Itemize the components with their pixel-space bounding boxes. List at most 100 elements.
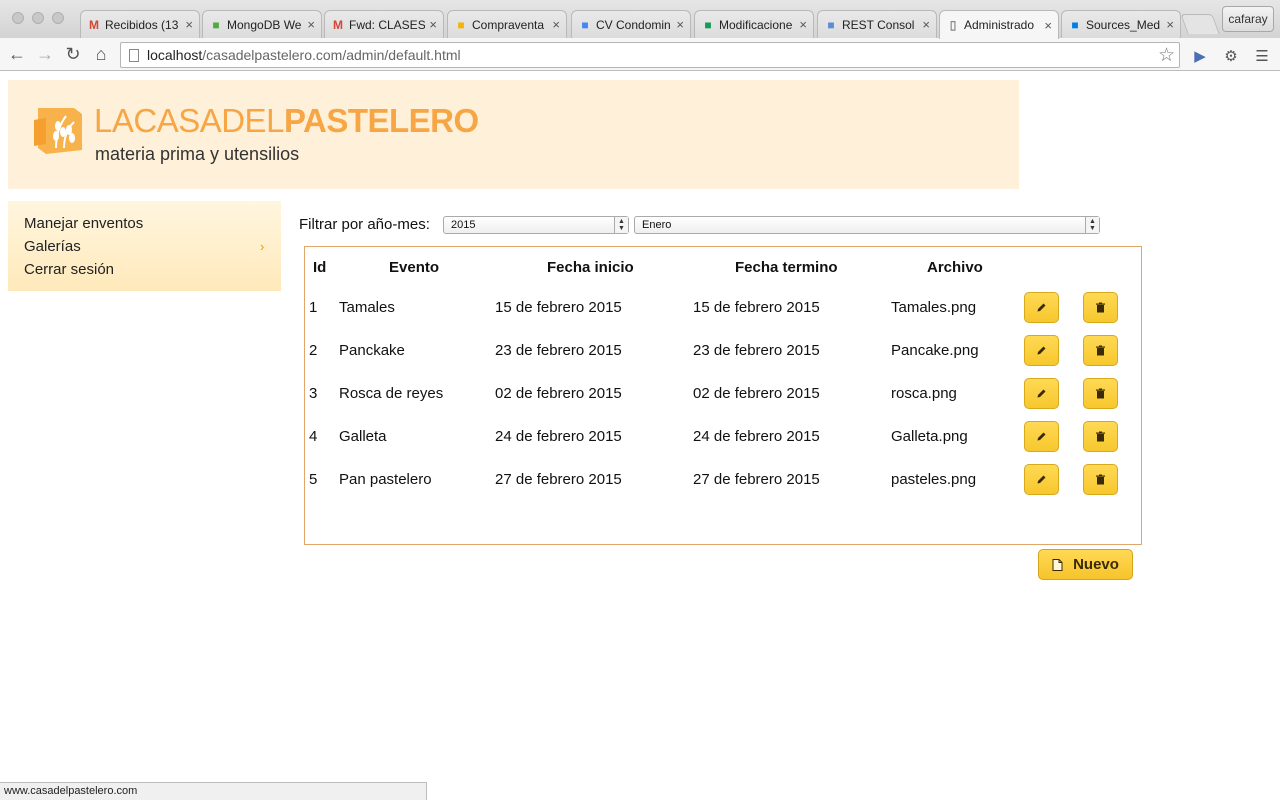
delete-button[interactable] [1083, 335, 1118, 366]
tab-close-icon[interactable]: × [185, 17, 193, 32]
wheat-logo-icon [34, 108, 82, 154]
delete-button[interactable] [1083, 464, 1118, 495]
select-arrows-icon: ▲ ▼ [1085, 217, 1099, 233]
pencil-icon [1037, 346, 1046, 355]
browser-toolbar: ← → ↻ ⌂ localhost/casadelpastelero.com/a… [0, 38, 1280, 71]
brand-tagline: materia prima y utensilios [95, 144, 300, 164]
tab-label: CV Condomin [596, 17, 671, 32]
delete-button[interactable] [1083, 378, 1118, 409]
pencil-icon [1037, 475, 1046, 484]
cell-id: 2 [309, 342, 318, 359]
tab-label: REST Consol [842, 17, 915, 32]
translate-extension-icon[interactable]: ▶ [1191, 47, 1209, 65]
trash-icon [1096, 388, 1105, 399]
browser-tab[interactable]: ■ Sources_Med × [1061, 10, 1181, 38]
tab-label: Modificacione [719, 17, 793, 32]
forward-button[interactable]: → [34, 43, 56, 65]
cell-archivo: Galleta.png [891, 428, 968, 445]
tab-close-icon[interactable]: × [1044, 18, 1052, 33]
new-event-label: Nuevo [1073, 556, 1119, 573]
dropbox-icon: ■ [1071, 17, 1079, 32]
tab-close-icon[interactable]: × [307, 17, 315, 32]
cell-termino: 27 de febrero 2015 [693, 471, 820, 488]
tab-label: Fwd: CLASES [349, 17, 426, 32]
column-header-fecha-inicio: Fecha inicio [547, 259, 634, 276]
back-button[interactable]: ← [6, 43, 28, 65]
filter-label: Filtrar por año-mes: [299, 216, 430, 233]
reload-icon[interactable]: ↻ [62, 43, 84, 65]
edit-button[interactable] [1024, 464, 1059, 495]
column-header-evento: Evento [389, 259, 440, 276]
brand-name: LACASADELPASTELERO [94, 102, 479, 140]
pencil-icon [1037, 303, 1046, 312]
browser-tab[interactable]: M Fwd: CLASES × [324, 10, 444, 38]
tab-label: Compraventa [472, 17, 545, 32]
cell-inicio: 02 de febrero 2015 [495, 385, 622, 402]
trash-icon [1096, 431, 1105, 442]
gmail-icon: M [333, 17, 343, 32]
cell-inicio: 23 de febrero 2015 [495, 342, 622, 359]
delete-button[interactable] [1083, 292, 1118, 323]
cell-inicio: 27 de febrero 2015 [495, 471, 622, 488]
table-row: 4 Galleta 24 de febrero 2015 24 de febrero … [305, 416, 1141, 459]
brand-name-part1: LACASADEL [94, 102, 284, 139]
new-event-button[interactable]: Nuevo [1038, 549, 1133, 580]
browser-tab[interactable]: ▯ Administrado × [939, 10, 1059, 39]
menu-icon[interactable]: ☰ [1253, 47, 1271, 65]
select-arrows-icon: ▲ ▼ [614, 217, 628, 233]
tab-close-icon[interactable]: × [922, 17, 930, 32]
month-select[interactable]: Enero ▲ ▼ [634, 216, 1100, 234]
events-table: Id Evento Fecha inicio Fecha termino Arc… [304, 246, 1142, 545]
column-header-archivo: Archivo [927, 259, 983, 276]
browser-tab[interactable]: M Recibidos (13 × [80, 10, 200, 38]
pencil-icon [1037, 389, 1046, 398]
month-select-value: Enero [642, 219, 672, 231]
cell-inicio: 24 de febrero 2015 [495, 428, 622, 445]
edit-button[interactable] [1024, 378, 1059, 409]
cell-evento: Galleta [339, 428, 387, 445]
mongodb-leaf-icon: ■ [212, 17, 220, 32]
tab-close-icon[interactable]: × [552, 17, 560, 32]
window-zoom-button[interactable] [52, 12, 64, 24]
bookmark-star-icon[interactable]: ☆ [1158, 44, 1175, 67]
window-close-button[interactable] [12, 12, 24, 24]
cell-termino: 23 de febrero 2015 [693, 342, 820, 359]
browser-tab[interactable]: ■ MongoDB We × [202, 10, 322, 38]
tab-close-icon[interactable]: × [799, 17, 807, 32]
trash-icon [1096, 345, 1105, 356]
chevron-right-icon: › [260, 239, 265, 254]
browser-tab[interactable]: ■ Compraventa × [447, 10, 567, 38]
browser-tab[interactable]: ■ CV Condomin × [571, 10, 691, 38]
tab-close-icon[interactable]: × [676, 17, 684, 32]
tab-close-icon[interactable]: × [429, 17, 437, 32]
edit-button[interactable] [1024, 292, 1059, 323]
address-bar[interactable]: localhost/casadelpastelero.com/admin/def… [120, 42, 1180, 68]
table-row: 5 Pan pastelero 27 de febrero 2015 27 de fe… [305, 459, 1141, 502]
pencil-icon [1037, 432, 1046, 441]
edit-button[interactable] [1024, 335, 1059, 366]
url-host: localhost [147, 47, 203, 63]
profile-button[interactable]: cafaray [1222, 6, 1274, 32]
status-bar-url: www.casadelpastelero.com [0, 782, 427, 800]
home-icon[interactable]: ⌂ [90, 43, 112, 65]
window-minimize-button[interactable] [32, 12, 44, 24]
cell-archivo: pasteles.png [891, 471, 977, 488]
cell-termino: 24 de febrero 2015 [693, 428, 820, 445]
sidebar-item-manejar-eventos[interactable]: Manejar enventos [24, 215, 143, 232]
cell-evento: Pan pastelero [339, 471, 432, 488]
browser-tab[interactable]: ■ REST Consol × [817, 10, 937, 38]
column-header-id: Id [313, 259, 327, 276]
extension-icon[interactable]: ⚙ [1222, 47, 1240, 65]
year-select[interactable]: 2015 ▲ ▼ [443, 216, 629, 234]
browser-tab[interactable]: ■ Modificacione × [694, 10, 814, 38]
sidebar-item-galerias[interactable]: Galerías [24, 238, 81, 255]
cell-termino: 02 de febrero 2015 [693, 385, 820, 402]
new-tab-button[interactable] [1180, 14, 1220, 34]
trash-icon [1096, 302, 1105, 313]
edit-button[interactable] [1024, 421, 1059, 452]
sidebar-item-cerrar-sesion[interactable]: Cerrar sesión [24, 261, 114, 278]
tab-close-icon[interactable]: × [1166, 17, 1174, 32]
delete-button[interactable] [1083, 421, 1118, 452]
cell-id: 4 [309, 428, 318, 445]
url-path: /casadelpastelero.com/admin/default.html [202, 47, 461, 63]
